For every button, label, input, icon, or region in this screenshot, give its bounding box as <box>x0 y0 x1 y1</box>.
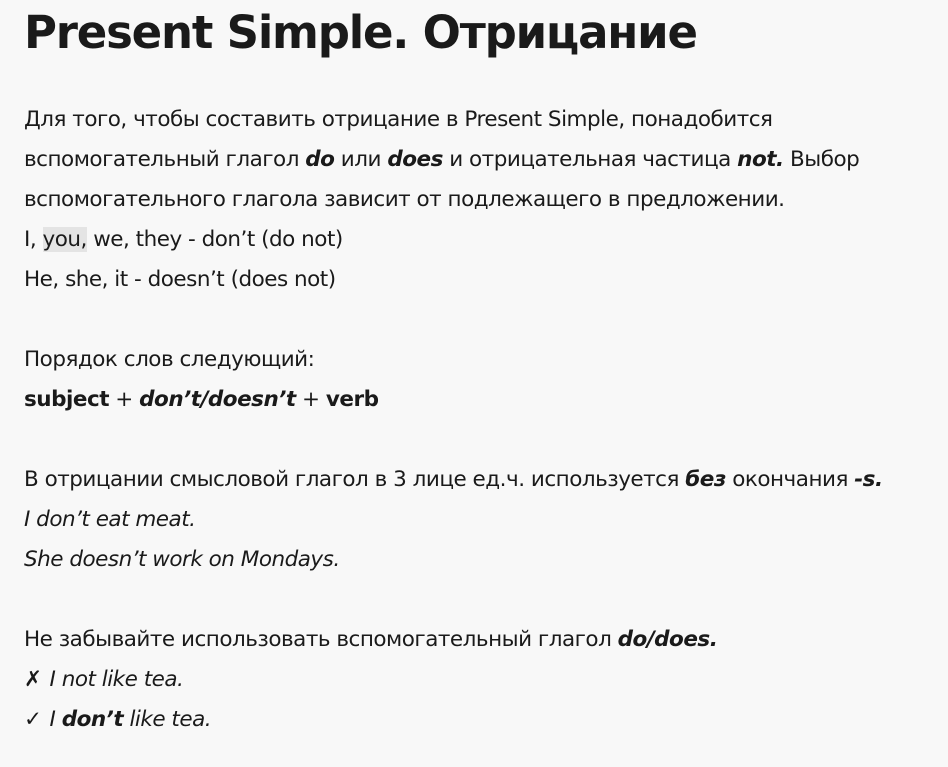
aux-term: don’t/doesn’t <box>139 387 296 412</box>
s-ending-term: -s. <box>854 467 883 492</box>
lesson-content: Для того, чтобы составить отрицание в Pr… <box>24 100 942 740</box>
word-order-heading: Порядок слов следующий: <box>24 340 942 380</box>
pronoun-rule-plural: I, you, we, they - don’t (do not) <box>24 220 942 260</box>
plus-sign: + <box>108 387 140 412</box>
word-order-formula: subject + don’t/doesn’t + verb <box>24 380 942 420</box>
intro-text: вспомогательного глагола зависит от подл… <box>24 187 785 212</box>
pronoun-text: I, <box>24 227 43 252</box>
lesson-page: Present Simple. Отрицание Для того, чтоб… <box>0 0 948 767</box>
highlighted-word: you, <box>42 227 87 252</box>
intro-line-1: Для того, чтобы составить отрицание в Pr… <box>24 100 942 140</box>
word-order-text: Порядок слов следующий: <box>24 347 315 372</box>
do-term: do <box>305 147 335 172</box>
verb-term: verb <box>325 387 379 412</box>
intro-text: Выбор <box>783 147 860 172</box>
example-text: I <box>49 707 62 732</box>
intro-text: и отрицательная частица <box>442 147 738 172</box>
example-text: like tea. <box>123 707 212 732</box>
example-text: I not like tea. <box>49 667 184 692</box>
rule-text: В отрицании смысловой глагол в 3 лице ед… <box>24 467 686 492</box>
bez-term: без <box>685 467 726 492</box>
check-icon: ✓ <box>24 707 42 732</box>
page-title: Present Simple. Отрицание <box>24 6 698 59</box>
dont-term: don’t <box>61 707 124 732</box>
does-term: does <box>387 147 443 172</box>
reminder-line: Не забывайте использовать вспомогательны… <box>24 620 942 660</box>
pronoun-text: we, they - don’t (do not) <box>86 227 343 252</box>
pronoun-rule-singular: He, she, it - doesn’t (does not) <box>24 260 942 300</box>
reminder-text: Не забывайте использовать вспомогательны… <box>24 627 618 652</box>
wrong-example: ✗ I not like tea. <box>24 660 942 700</box>
third-person-rule: В отрицании смысловой глагол в 3 лице ед… <box>24 460 942 500</box>
rule-text: окончания <box>725 467 855 492</box>
pronoun-text: He, she, it - doesn’t (does not) <box>24 267 336 292</box>
intro-line-2: вспомогательный глагол do или does и отр… <box>24 140 942 180</box>
do-does-term: do/does. <box>617 627 718 652</box>
example-sentence: She doesn’t work on Mondays. <box>24 540 942 580</box>
intro-text: Для того, чтобы составить отрицание в Pr… <box>24 107 773 132</box>
intro-text: или <box>334 147 388 172</box>
example-sentence: I don’t eat meat. <box>24 500 942 540</box>
plus-sign: + <box>295 387 326 412</box>
example-text: I don’t eat meat. <box>24 507 196 532</box>
correct-example: ✓ I don’t like tea. <box>24 700 942 740</box>
intro-line-3: вспомогательного глагола зависит от подл… <box>24 180 942 220</box>
intro-text: вспомогательный глагол <box>24 147 306 172</box>
not-term: not. <box>737 147 784 172</box>
subject-term: subject <box>24 387 109 412</box>
cross-icon: ✗ <box>24 667 42 692</box>
example-text: She doesn’t work on Mondays. <box>24 547 340 572</box>
